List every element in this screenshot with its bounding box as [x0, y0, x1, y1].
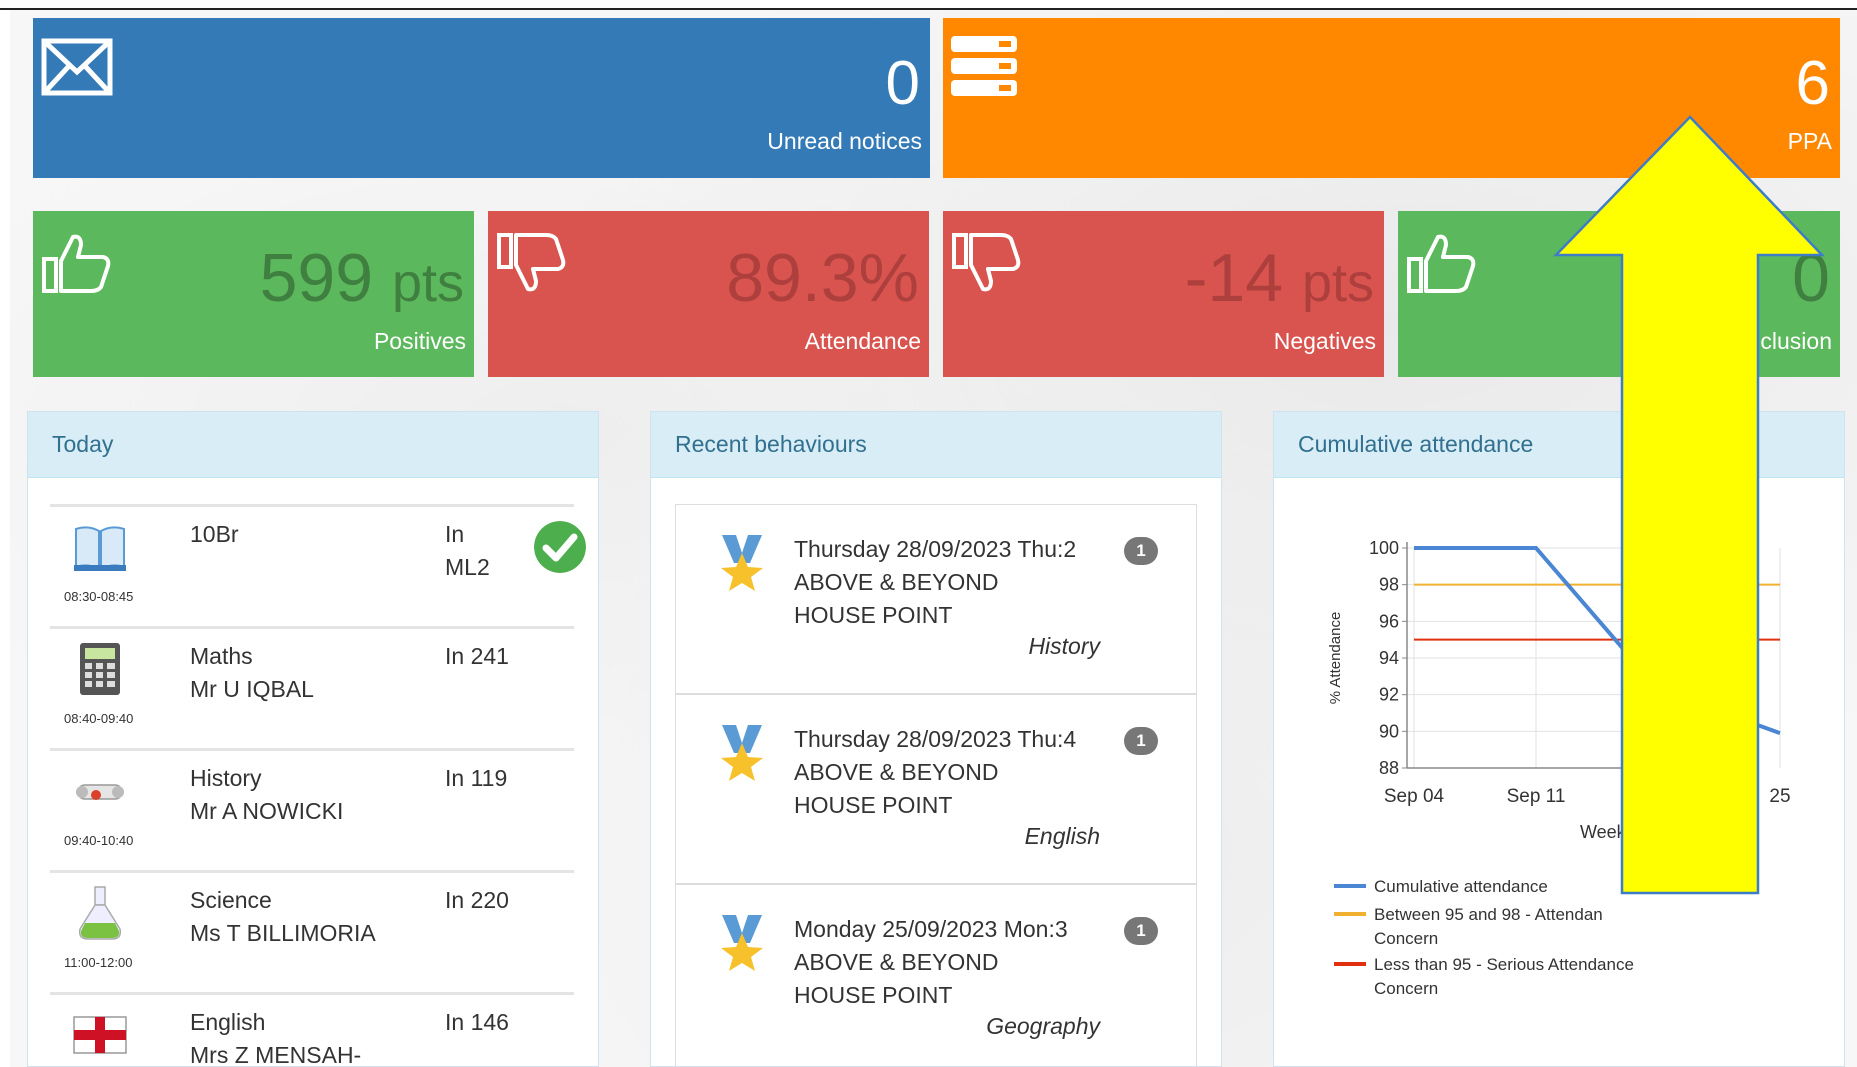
lesson-room: In 146	[445, 1009, 509, 1035]
behaviour-subject: Geography	[986, 1013, 1100, 1039]
attendance-tile[interactable]: 89.3% Attendance	[488, 211, 929, 377]
star-medal-icon	[721, 725, 763, 781]
today-row[interactable]: 08:40-09:40 Maths Mr U IQBAL In 241	[50, 626, 574, 748]
star-medal-icon	[721, 915, 763, 971]
behaviour-text: Thursday 28/09/2023 Thu:4 ABOVE & BEYOND…	[794, 726, 1077, 818]
behaviour-text: Monday 25/09/2023 Mon:3 ABOVE & BEYOND H…	[794, 916, 1068, 1008]
top-border	[0, 0, 1857, 10]
today-row[interactable]: English Mrs Z MENSAH- In 146	[50, 992, 574, 1067]
lesson-time: 11:00-12:00	[64, 955, 133, 970]
negatives-value: -14 pts	[1184, 240, 1374, 316]
today-row[interactable]: 11:00-12:00 Science Ms T BILLIMORIA In 2…	[50, 870, 574, 992]
y-tick-label: 92	[1379, 685, 1399, 705]
unread-notices-count: 0	[885, 49, 920, 118]
lesson-teacher: Ms T BILLIMORIA	[190, 920, 376, 946]
behaviour-card[interactable]: Monday 25/09/2023 Mon:3 ABOVE & BEYOND H…	[675, 884, 1197, 1066]
legend-label: Between 95 and 98 - Attendan	[1374, 905, 1603, 924]
lesson-name: 10Br	[190, 521, 239, 547]
y-axis-label: % Attendance	[1327, 612, 1344, 705]
server-stack-icon	[951, 36, 1017, 96]
behaviour-subject: History	[1028, 633, 1100, 659]
calculator-icon	[80, 643, 120, 695]
legend-label: Concern	[1374, 979, 1438, 998]
positives-value: 599 pts	[259, 240, 464, 316]
lesson-name: Maths	[190, 643, 253, 669]
lesson-room: In 220	[445, 887, 509, 913]
thumbs-down-icon	[497, 233, 566, 292]
behaviour-subject: English	[1024, 823, 1100, 849]
lesson-teacher: Mrs Z MENSAH-	[190, 1042, 362, 1067]
negatives-tile[interactable]: -14 pts Negatives	[943, 211, 1384, 377]
attendance-label: Attendance	[804, 328, 921, 354]
unread-notices-tile[interactable]: 0 Unread notices	[33, 18, 930, 178]
legend-label: Cumulative attendance	[1374, 877, 1548, 896]
positives-tile[interactable]: 599 pts Positives	[33, 211, 474, 377]
y-tick-label: 90	[1379, 721, 1399, 741]
check-circle-icon	[534, 521, 586, 573]
y-tick-label: 94	[1379, 648, 1399, 668]
book-icon	[74, 526, 126, 571]
positives-label: Positives	[373, 328, 466, 354]
today-row[interactable]: 09:40-10:40 History Mr A NOWICKI In 119	[50, 748, 574, 870]
y-tick-label: 88	[1379, 758, 1399, 778]
lesson-teacher: Mr A NOWICKI	[190, 798, 344, 824]
lesson-time: 08:30-08:45	[64, 589, 134, 604]
behaviour-count-badge: 1	[1124, 727, 1158, 755]
lesson-time: 08:40-09:40	[64, 711, 134, 726]
lesson-time: 09:40-10:40	[64, 833, 134, 848]
legend-label: Less than 95 - Serious Attendance	[1374, 955, 1634, 974]
y-tick-label: 96	[1379, 611, 1399, 631]
unread-notices-label: Unread notices	[767, 128, 922, 154]
negatives-label: Negatives	[1273, 328, 1376, 354]
lesson-teacher: Mr U IQBAL	[190, 676, 314, 702]
thumbs-down-icon	[952, 233, 1021, 292]
behaviour-count-badge: 1	[1124, 537, 1158, 565]
today-panel: Today 08:30-08:45 10Br In ML2 08:40-09:4…	[27, 411, 599, 1067]
flask-icon	[78, 886, 122, 940]
scroll-icon	[76, 784, 124, 800]
behaviour-count-badge: 1	[1124, 917, 1158, 945]
lesson-name: History	[190, 765, 262, 791]
lesson-name: English	[190, 1009, 266, 1035]
lesson-room-detail: ML2	[445, 554, 490, 580]
behaviour-card[interactable]: Thursday 28/09/2023 Thu:4 ABOVE & BEYOND…	[675, 694, 1197, 884]
up-arrow-annotation	[1553, 115, 1825, 895]
today-row[interactable]: 08:30-08:45 10Br In ML2	[50, 504, 586, 626]
legend-label: Concern	[1374, 929, 1438, 948]
lesson-room: In 119	[445, 765, 508, 791]
star-medal-icon	[721, 535, 763, 591]
y-tick-label: 98	[1379, 575, 1399, 595]
attendance-value: 89.3%	[726, 240, 919, 316]
ppa-count: 6	[1795, 49, 1830, 118]
x-tick-label: Sep 04	[1384, 786, 1445, 807]
behaviour-card[interactable]: Thursday 28/09/2023 Thu:2 ABOVE & BEYOND…	[675, 504, 1197, 694]
today-panel-title: Today	[28, 412, 598, 478]
envelope-icon	[41, 38, 113, 96]
lesson-name: Science	[190, 887, 272, 913]
arrow-shape	[1553, 115, 1825, 895]
thumbs-up-icon	[42, 234, 111, 293]
recent-behaviours-panel: Recent behaviours Thursday 28/09/2023 Th…	[650, 411, 1222, 1067]
lesson-room: In 241	[445, 643, 509, 669]
england-flag-icon	[73, 1016, 127, 1054]
recent-behaviours-title: Recent behaviours	[651, 412, 1221, 478]
y-tick-label: 100	[1369, 538, 1399, 558]
thumbs-up-icon	[1407, 234, 1476, 293]
behaviour-text: Thursday 28/09/2023 Thu:2 ABOVE & BEYOND…	[794, 536, 1077, 628]
lesson-room: In	[445, 521, 465, 547]
